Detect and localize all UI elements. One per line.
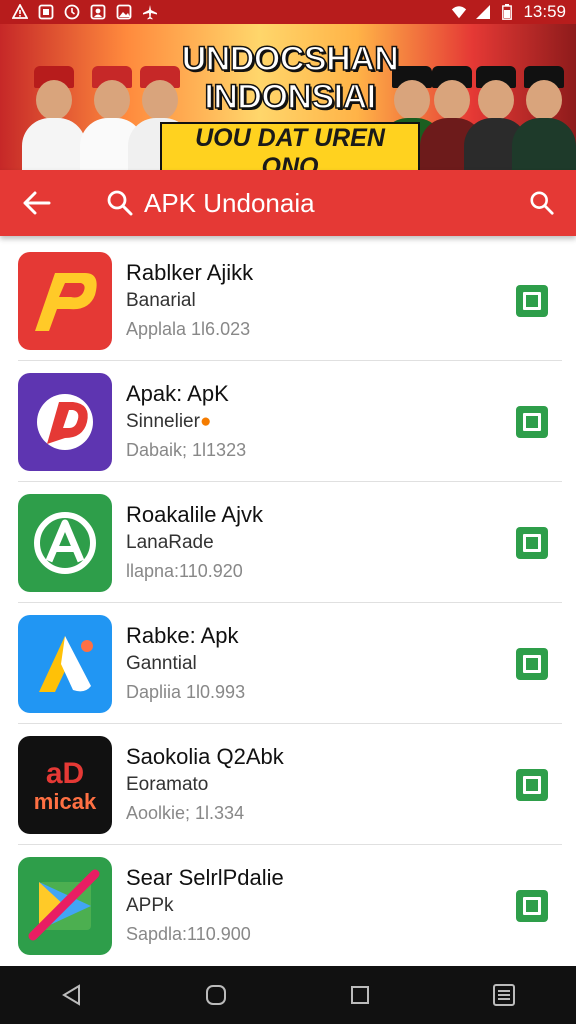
gallery-icon bbox=[38, 4, 54, 20]
search-button[interactable] bbox=[514, 170, 570, 236]
play-logo-icon bbox=[28, 869, 100, 940]
home-circle-icon bbox=[206, 985, 226, 1005]
app-title: Roakalile Ajvk bbox=[126, 501, 263, 527]
app-meta: llapna:110.920 bbox=[126, 560, 243, 581]
app-developer: Sinnelier● bbox=[126, 410, 212, 432]
app-icon[interactable] bbox=[18, 856, 112, 955]
app-info: Saokolia Q2Abk Eoramato Aoolkie; 1l.334 bbox=[126, 743, 284, 827]
install-icon bbox=[523, 654, 541, 673]
app-developer: Eoramato bbox=[126, 773, 209, 795]
app-info: Apak: ApK Sinnelier● Dabaik; 1l1323 bbox=[126, 380, 246, 464]
contacts-icon bbox=[90, 4, 106, 20]
list-item[interactable]: Roakalile Ajvk LanaRade llapna:110.920 bbox=[0, 482, 576, 603]
app-icon[interactable] bbox=[18, 614, 112, 713]
system-status: 13:59 bbox=[451, 2, 576, 22]
back-triangle-icon bbox=[62, 984, 80, 1006]
nav-recents-button[interactable] bbox=[340, 975, 380, 1015]
install-button[interactable] bbox=[516, 768, 548, 801]
clock-time: 13:59 bbox=[523, 2, 566, 21]
app-icon[interactable]: aD micak bbox=[18, 735, 112, 834]
install-icon bbox=[523, 412, 541, 431]
search-icon bbox=[107, 190, 133, 216]
search-query[interactable]: APK Undonaia bbox=[144, 188, 315, 219]
image-icon bbox=[116, 4, 132, 20]
timer-icon bbox=[64, 4, 80, 20]
system-nav-bar bbox=[0, 966, 576, 1024]
app-developer: LanaRade bbox=[126, 531, 214, 553]
app-title: Rabke: Apk bbox=[126, 622, 239, 648]
banner-figure bbox=[512, 52, 576, 170]
app-info: Sear SelrlPdalie APPk Sapdla:110.900 bbox=[126, 864, 284, 948]
back-button[interactable] bbox=[10, 170, 64, 236]
app-title: Rablker Ajikk bbox=[126, 259, 254, 285]
a-arrow-logo-icon bbox=[39, 635, 93, 692]
airplane-icon bbox=[142, 4, 158, 20]
search-results-list: Rablker Ajikk Banarial Applala 1l6.023 A… bbox=[0, 240, 576, 966]
d-logo-icon bbox=[37, 393, 93, 450]
banner-tagline: UOU DAT UREN ONO bbox=[160, 122, 420, 170]
svg-text:micak: micak bbox=[34, 789, 97, 814]
alert-icon bbox=[12, 4, 28, 20]
search-header: APK Undonaia bbox=[0, 170, 576, 236]
recents-square-icon bbox=[351, 986, 369, 1004]
list-item[interactable]: Apak: ApK Sinnelier● Dabaik; 1l1323 bbox=[0, 361, 576, 482]
wifi-signal-icon bbox=[451, 4, 467, 20]
menu-list-icon bbox=[493, 984, 515, 1006]
app-title: Saokolia Q2Abk bbox=[126, 743, 284, 769]
a-circle-logo-icon bbox=[34, 511, 96, 574]
text-logo-icon: aD micak bbox=[34, 757, 97, 814]
nav-home-button[interactable] bbox=[196, 975, 236, 1015]
app-meta: Dapliia 1l0.993 bbox=[126, 681, 246, 702]
app-icon[interactable] bbox=[18, 251, 112, 350]
list-item[interactable]: aD micak Saokolia Q2Abk Eoramato Aoolkie… bbox=[0, 724, 576, 845]
app-meta: Sapdla:110.900 bbox=[126, 923, 251, 944]
status-bar: 13:59 bbox=[0, 0, 576, 24]
app-meta: Dabaik; 1l1323 bbox=[126, 439, 247, 460]
app-developer: Ganntial bbox=[126, 652, 197, 674]
app-developer: APPk bbox=[126, 894, 174, 916]
app-title: Sear SelrlPdalie bbox=[126, 864, 284, 890]
notification-icons bbox=[0, 4, 158, 20]
badge-icon: ● bbox=[199, 410, 212, 432]
app-icon[interactable] bbox=[18, 372, 112, 471]
battery-icon bbox=[499, 4, 515, 20]
svg-text:aD: aD bbox=[46, 757, 84, 790]
app-info: Rablker Ajikk Banarial Applala 1l6.023 bbox=[126, 259, 253, 343]
list-item[interactable]: Sear SelrlPdalie APPk Sapdla:110.900 bbox=[0, 845, 576, 966]
banner-title-line1: UNDOCSHAN bbox=[181, 39, 400, 79]
install-button[interactable] bbox=[516, 647, 548, 680]
install-icon bbox=[523, 291, 541, 310]
install-icon bbox=[523, 896, 541, 915]
nav-back-button[interactable] bbox=[52, 975, 92, 1015]
p-logo-icon bbox=[35, 272, 97, 331]
banner-figure bbox=[22, 52, 86, 170]
cell-signal-icon bbox=[475, 4, 491, 20]
search-field[interactable]: APK Undonaia bbox=[106, 188, 315, 219]
list-item[interactable]: Rabke: Apk Ganntial Dapliia 1l0.993 bbox=[0, 603, 576, 724]
install-button[interactable] bbox=[516, 405, 548, 438]
install-button[interactable] bbox=[516, 889, 548, 922]
install-icon bbox=[523, 533, 541, 552]
list-item[interactable]: Rablker Ajikk Banarial Applala 1l6.023 bbox=[0, 240, 576, 361]
banner-title-line2: INDONSIAI bbox=[204, 77, 377, 117]
promo-banner[interactable]: UNDOCSHAN INDONSIAI UOU DAT UREN ONO bbox=[0, 24, 576, 170]
app-meta: Applala 1l6.023 bbox=[126, 318, 251, 339]
app-info: Rabke: Apk Ganntial Dapliia 1l0.993 bbox=[126, 622, 245, 706]
search-icon bbox=[530, 191, 554, 215]
app-meta: Aoolkie; 1l.334 bbox=[126, 802, 245, 823]
app-info: Roakalile Ajvk LanaRade llapna:110.920 bbox=[126, 501, 263, 585]
install-button[interactable] bbox=[516, 284, 548, 317]
app-icon[interactable] bbox=[18, 493, 112, 592]
app-developer: Banarial bbox=[126, 289, 196, 311]
back-arrow-icon bbox=[23, 191, 51, 215]
app-title: Apak: ApK bbox=[126, 380, 229, 406]
nav-menu-button[interactable] bbox=[484, 975, 524, 1015]
install-icon bbox=[523, 775, 541, 794]
banner-headline: UNDOCSHAN INDONSIAI UOU DAT UREN ONO bbox=[160, 39, 420, 170]
install-button[interactable] bbox=[516, 526, 548, 559]
